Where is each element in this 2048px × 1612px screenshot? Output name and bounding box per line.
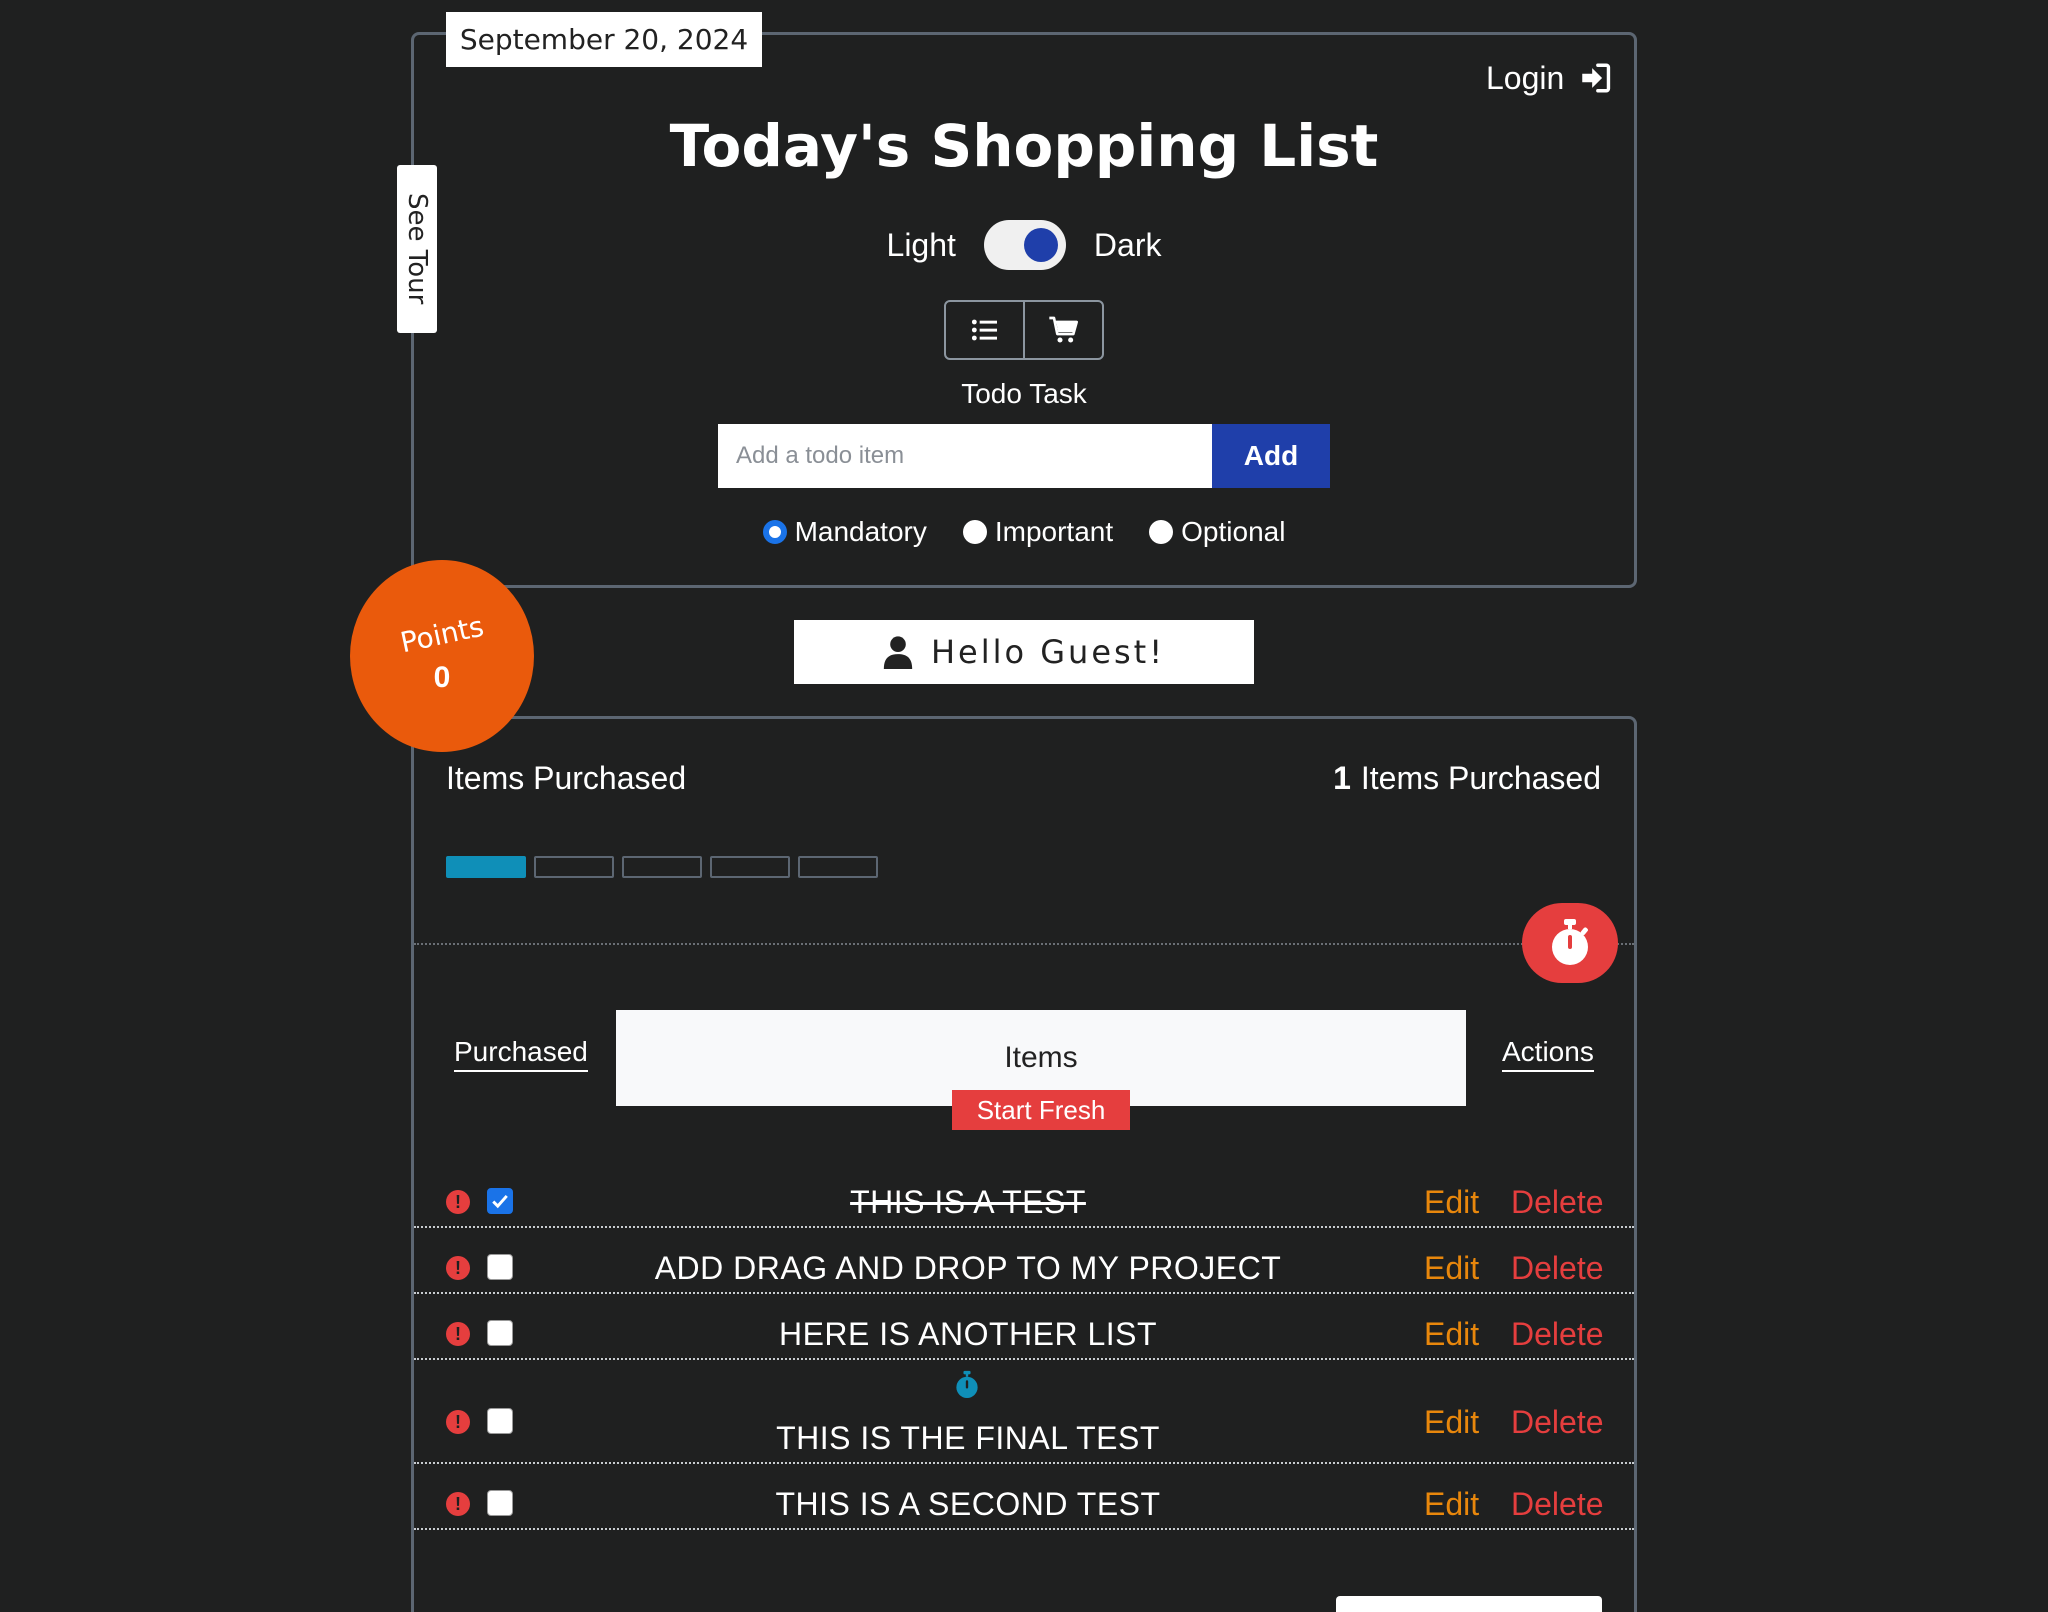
- list-item: ! THIS IS A SECOND TEST Edit Delete: [414, 1464, 1634, 1530]
- divider: [414, 943, 1634, 945]
- greeting-banner: Hello Guest!: [794, 620, 1254, 684]
- priority-radio-group: Mandatory Important Optional: [0, 512, 2048, 552]
- points-badge: Points 0: [350, 560, 534, 752]
- todo-input[interactable]: [718, 424, 1212, 488]
- points-value: 0: [433, 660, 451, 694]
- login-button[interactable]: Login: [1486, 56, 1612, 100]
- column-header-actions[interactable]: Actions: [1502, 1036, 1594, 1072]
- greeting-text: Hello Guest!: [930, 633, 1166, 671]
- add-button[interactable]: Add: [1212, 424, 1330, 488]
- items-purchased-count: 1 Items Purchased: [1333, 760, 1601, 797]
- cart-view-button[interactable]: [1023, 302, 1102, 358]
- progress-segment: [798, 856, 878, 878]
- priority-label: Important: [994, 516, 1114, 547]
- list-view-button[interactable]: [946, 302, 1023, 358]
- item-text: THIS IS A TEST: [850, 1184, 1086, 1220]
- delete-button[interactable]: Delete: [1511, 1316, 1604, 1353]
- login-label: Login: [1486, 59, 1565, 96]
- items-purchased-heading: Items Purchased: [446, 760, 687, 796]
- points-label: Points: [397, 609, 487, 659]
- user-icon: [883, 636, 913, 669]
- theme-switch-row: Light Dark: [0, 220, 2048, 270]
- edit-button[interactable]: Edit: [1424, 1316, 1479, 1353]
- list-item: ! THIS IS A TEST Edit Delete: [414, 1176, 1634, 1228]
- footer-button-partial[interactable]: [1336, 1596, 1602, 1612]
- list-item: ! ADD DRAG AND DROP TO MY PROJECT Edit D…: [414, 1228, 1634, 1294]
- see-tour-label: See Tour: [402, 193, 432, 305]
- purchased-count-label: Items Purchased: [1360, 760, 1601, 796]
- item-text: ADD DRAG AND DROP TO MY PROJECT: [654, 1250, 1282, 1286]
- start-fresh-button[interactable]: Start Fresh: [952, 1090, 1130, 1130]
- app-root: September 20, 2024 Login Today's Shoppin…: [0, 0, 2048, 1612]
- purchase-progress: [446, 856, 878, 878]
- view-switcher: [944, 300, 1104, 360]
- radio-mandatory[interactable]: [762, 520, 787, 544]
- priority-important[interactable]: Important: [962, 516, 1114, 548]
- radio-optional[interactable]: [1149, 520, 1174, 544]
- edit-button[interactable]: Edit: [1424, 1404, 1479, 1441]
- progress-segment: [710, 856, 790, 878]
- list-item: ! THIS IS THE FINAL TEST Edit Delete: [414, 1360, 1634, 1464]
- priority-optional[interactable]: Optional: [1149, 516, 1285, 548]
- priority-label: Mandatory: [794, 516, 927, 547]
- theme-toggle[interactable]: [983, 220, 1066, 270]
- progress-segment: [534, 856, 614, 878]
- todo-section-label: Todo Task: [961, 378, 1087, 409]
- theme-light-label: Light: [886, 226, 956, 263]
- radio-important[interactable]: [962, 520, 987, 544]
- theme-dark-label: Dark: [1093, 226, 1162, 263]
- progress-segment: [622, 856, 702, 878]
- delete-button[interactable]: Delete: [1511, 1184, 1604, 1221]
- delete-button[interactable]: Delete: [1511, 1486, 1604, 1523]
- sign-in-icon: [1582, 63, 1611, 93]
- progress-segment: [446, 856, 526, 878]
- purchased-count-value: 1: [1333, 760, 1351, 796]
- delete-button[interactable]: Delete: [1511, 1404, 1604, 1441]
- cart-icon: [1048, 316, 1078, 343]
- list-icon: [971, 319, 997, 341]
- item-text: HERE IS ANOTHER LIST: [778, 1316, 1158, 1352]
- edit-button[interactable]: Edit: [1424, 1250, 1479, 1287]
- timer-button[interactable]: [1522, 903, 1618, 983]
- list-item: ! HERE IS ANOTHER LIST Edit Delete: [414, 1294, 1634, 1360]
- stopwatch-icon: [1552, 919, 1588, 965]
- delete-button[interactable]: Delete: [1511, 1250, 1604, 1287]
- page-title: Today's Shopping List: [669, 112, 1379, 180]
- stopwatch-icon: [956, 1370, 978, 1398]
- date-tab: September 20, 2024: [446, 12, 762, 67]
- column-header-purchased[interactable]: Purchased: [454, 1036, 588, 1072]
- item-text: THIS IS THE FINAL TEST: [776, 1420, 1160, 1456]
- edit-button[interactable]: Edit: [1424, 1184, 1479, 1221]
- item-text: THIS IS A SECOND TEST: [775, 1486, 1161, 1522]
- toggle-knob: [1023, 228, 1058, 262]
- see-tour-tab[interactable]: See Tour: [397, 165, 437, 333]
- edit-button[interactable]: Edit: [1424, 1486, 1479, 1523]
- add-todo-form: Add: [718, 424, 1330, 488]
- priority-mandatory[interactable]: Mandatory: [762, 516, 927, 548]
- priority-label: Optional: [1181, 516, 1286, 547]
